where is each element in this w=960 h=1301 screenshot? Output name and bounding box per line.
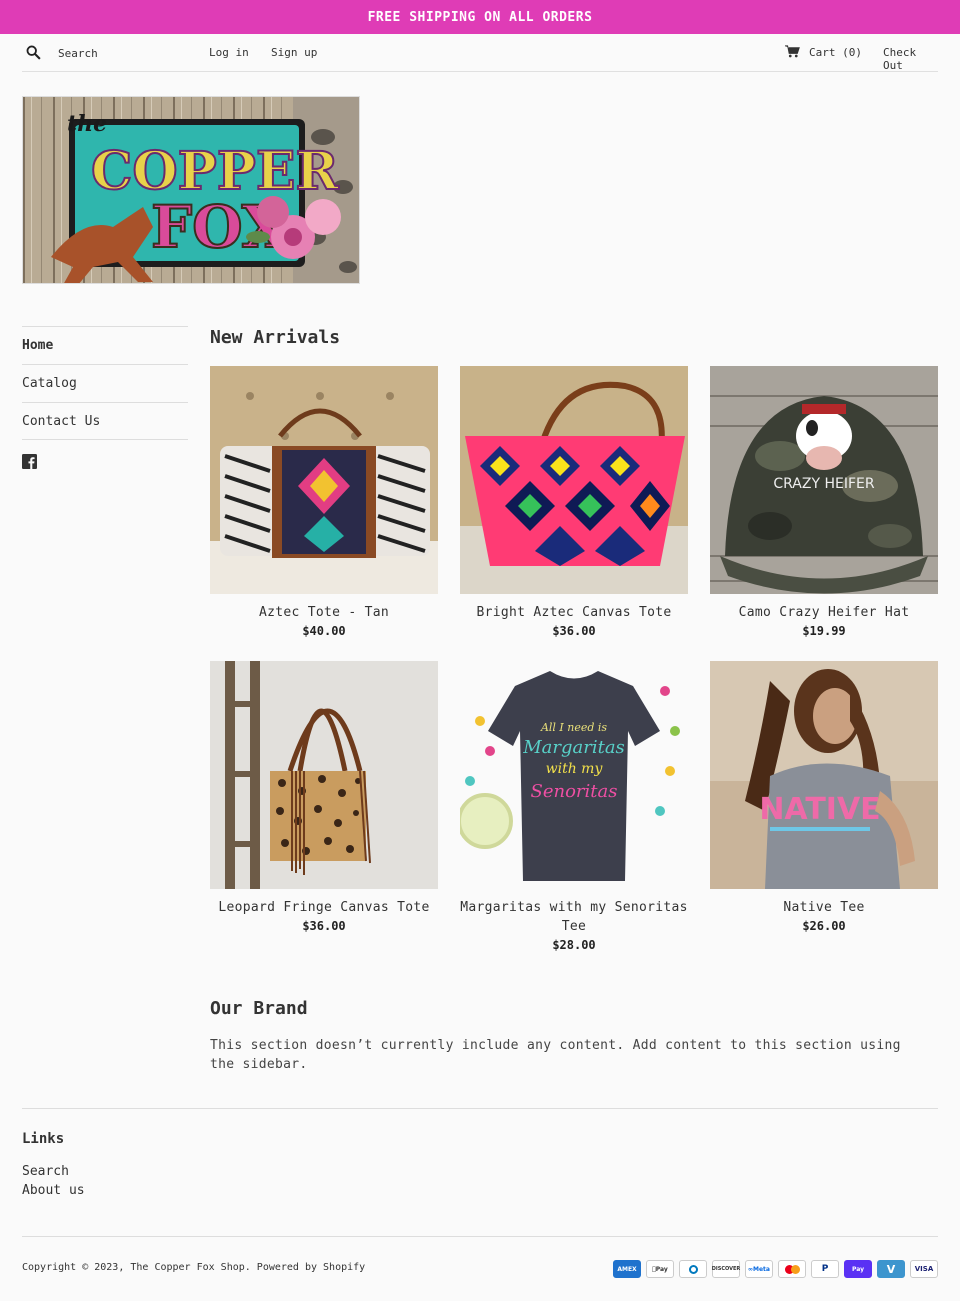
- sidebar-item-home[interactable]: Home: [22, 326, 188, 364]
- footer-link-about-us[interactable]: About us: [22, 1183, 85, 1198]
- signup-link[interactable]: Sign up: [271, 46, 317, 59]
- product-image[interactable]: All I need is Margaritas with my Senorit…: [460, 661, 688, 889]
- product-price: $36.00: [552, 624, 596, 638]
- product-card[interactable]: Bright Aztec Canvas Tote $36.00: [460, 366, 688, 641]
- product-name[interactable]: Margaritas with my Senoritas Tee: [460, 898, 688, 936]
- login-link[interactable]: Log in: [209, 46, 249, 59]
- product-price: $26.00: [802, 919, 846, 933]
- svg-text:NATIVE: NATIVE: [759, 792, 880, 827]
- product-price: $28.00: [552, 938, 596, 952]
- visa-icon: VISA: [910, 1260, 938, 1278]
- diners-icon: [679, 1260, 707, 1278]
- product-image[interactable]: [460, 366, 688, 594]
- product-card[interactable]: Aztec Tote - Tan $40.00: [210, 366, 438, 641]
- search-icon[interactable]: [25, 44, 42, 61]
- paypal-icon: P: [811, 1260, 839, 1278]
- product-image[interactable]: [210, 661, 438, 889]
- sidebar-item-contact-us[interactable]: Contact Us: [22, 402, 188, 440]
- facebook-icon[interactable]: [22, 454, 37, 469]
- product-name[interactable]: Bright Aztec Canvas Tote: [460, 603, 688, 622]
- footer-links-title: Links: [22, 1131, 65, 1147]
- search-input[interactable]: [58, 43, 198, 63]
- product-card[interactable]: Leopard Fringe Canvas Tote $36.00: [210, 661, 438, 936]
- top-nav: Log in Sign up Cart (0) Check Out: [22, 34, 938, 72]
- footer-divider: [22, 1108, 938, 1109]
- svg-text:Senoritas: Senoritas: [531, 781, 618, 802]
- cart-link[interactable]: Cart (0): [809, 46, 862, 59]
- product-price: $19.99: [802, 624, 846, 638]
- payment-icons: AMEX Pay DISCOVER ∞Meta P Pay V VISA: [613, 1260, 938, 1278]
- brand-description: This section doesn’t currently include a…: [210, 1038, 901, 1072]
- announcement-bar: FREE SHIPPING ON ALL ORDERS: [0, 0, 960, 34]
- product-card[interactable]: All I need is Margaritas with my Senorit…: [460, 661, 688, 955]
- product-image[interactable]: CRAZY HEIFER: [710, 366, 938, 594]
- sidebar-nav: Home Catalog Contact Us: [22, 326, 188, 469]
- sidebar-item-catalog[interactable]: Catalog: [22, 364, 188, 402]
- logo-image: the COPPER FOX: [23, 97, 359, 283]
- cart-icon[interactable]: [785, 45, 800, 58]
- our-brand-title: Our Brand: [210, 998, 308, 1019]
- product-card[interactable]: CRAZY HEIFER Camo Crazy Heifer Hat $19.9…: [710, 366, 938, 641]
- svg-text:All I need is: All I need is: [540, 721, 607, 734]
- amex-icon: AMEX: [613, 1260, 641, 1278]
- announcement-text: FREE SHIPPING ON ALL ORDERS: [367, 9, 593, 25]
- product-name[interactable]: Aztec Tote - Tan: [210, 603, 438, 622]
- product-name[interactable]: Camo Crazy Heifer Hat: [710, 603, 938, 622]
- svg-text:the: the: [67, 111, 107, 137]
- discover-icon: DISCOVER: [712, 1260, 740, 1278]
- product-card[interactable]: NATIVE Native Tee $26.00: [710, 661, 938, 936]
- shop-pay-icon: Pay: [844, 1260, 872, 1278]
- new-arrivals-title: New Arrivals: [210, 327, 341, 348]
- checkout-link[interactable]: Check Out: [883, 46, 938, 72]
- product-price: $36.00: [302, 919, 346, 933]
- venmo-icon: V: [877, 1260, 905, 1278]
- svg-text:CRAZY HEIFER: CRAZY HEIFER: [773, 476, 875, 492]
- product-name[interactable]: Native Tee: [710, 898, 938, 917]
- product-image[interactable]: [210, 366, 438, 594]
- product-image[interactable]: NATIVE: [710, 661, 938, 889]
- copyright-text: Copyright © 2023, The Copper Fox Shop. P…: [22, 1262, 366, 1273]
- meta-pay-icon: ∞Meta: [745, 1260, 773, 1278]
- mastercard-icon: [778, 1260, 806, 1278]
- svg-text:Margaritas: Margaritas: [522, 737, 625, 758]
- product-price: $40.00: [302, 624, 346, 638]
- footer-divider: [22, 1236, 938, 1237]
- footer-link-search[interactable]: Search: [22, 1164, 69, 1179]
- apple-pay-icon: Pay: [646, 1260, 674, 1278]
- product-name[interactable]: Leopard Fringe Canvas Tote: [210, 898, 438, 917]
- store-logo[interactable]: the COPPER FOX: [22, 96, 360, 284]
- svg-text:with my: with my: [546, 761, 604, 777]
